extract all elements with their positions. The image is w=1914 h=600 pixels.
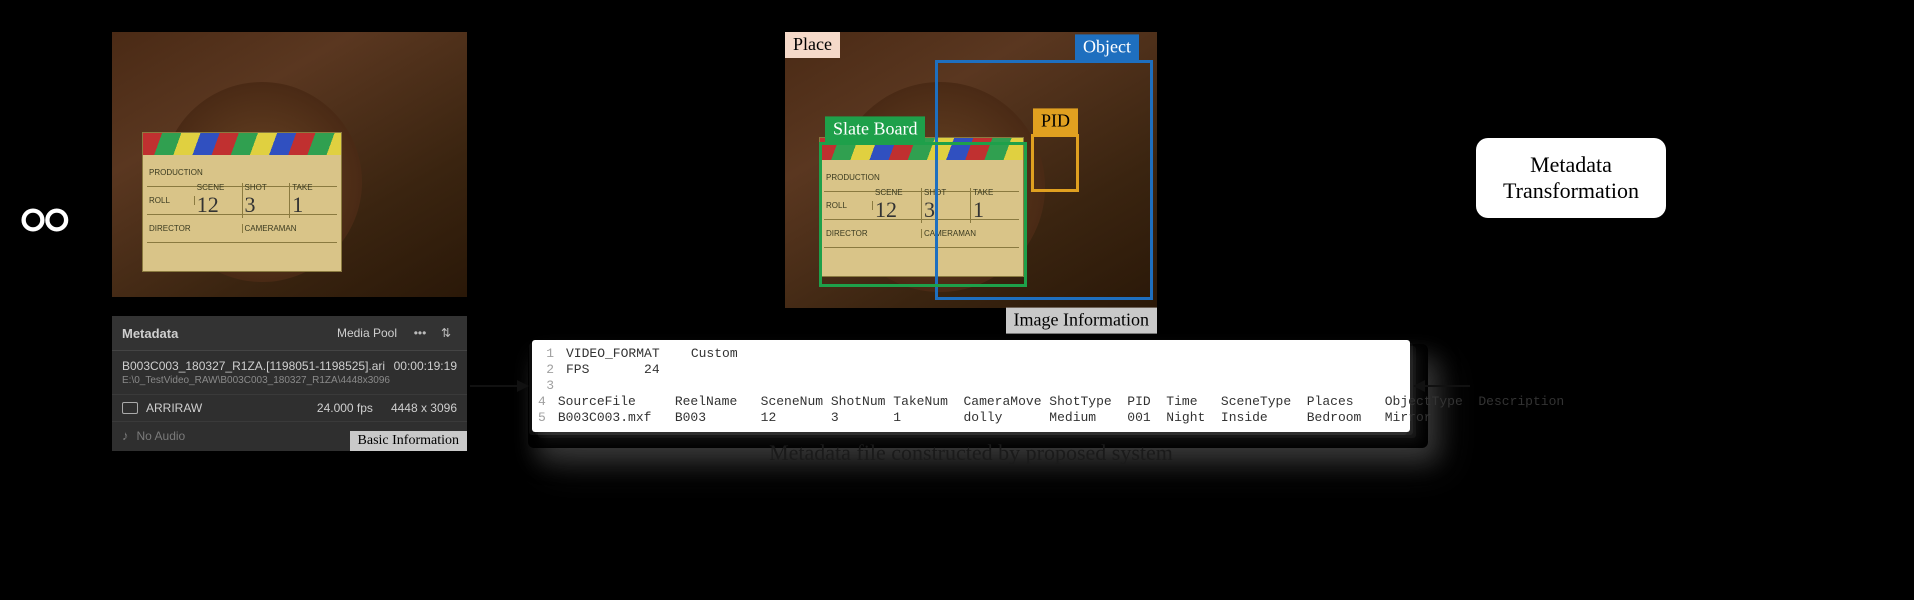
metadata-panel: Metadata Media Pool ••• ⇅ B003C003_18032… bbox=[112, 316, 467, 451]
annotated-thumbnail: PRODUCTION ROLL SCENE12 SHOT3 TAKE1 DIRE… bbox=[785, 32, 1157, 308]
metadata-panel-title: Metadata bbox=[122, 326, 337, 341]
video-icon bbox=[122, 402, 138, 414]
mf-line-5: B003C003.mxf B003 12 3 1 dolly Medium 00… bbox=[558, 410, 1432, 426]
clip-filename: B003C003_180327_R1ZA.[1198051-1198525].a… bbox=[122, 359, 394, 373]
metadata-file-block: 1VIDEO_FORMAT Custom 2FPS 24 3 4SourceFi… bbox=[532, 340, 1410, 432]
mf-line-2: FPS 24 bbox=[566, 362, 660, 378]
clip-resolution: 4448 x 3096 bbox=[391, 401, 457, 415]
basic-information-tag: Basic Information bbox=[350, 431, 467, 451]
arrow-basicinfo-to-metafile bbox=[470, 385, 528, 387]
slate-board-bbox bbox=[819, 142, 1027, 287]
clip-fps: 24.000 fps bbox=[317, 401, 373, 415]
mf-line-1: VIDEO_FORMAT Custom bbox=[566, 346, 738, 362]
no-audio-label: No Audio bbox=[137, 429, 186, 443]
audio-icon: ♪ bbox=[122, 428, 129, 443]
pid-bbox bbox=[1031, 134, 1079, 192]
object-label: Object bbox=[1075, 34, 1139, 60]
image-information-tag: Image Information bbox=[1006, 308, 1157, 334]
sort-icon[interactable]: ⇅ bbox=[435, 324, 457, 342]
mf-line-4: SourceFile ReelName SceneNum ShotNum Tak… bbox=[558, 394, 1564, 410]
place-label: Place bbox=[785, 32, 840, 58]
metadata-file-caption: Metadata file constructed by proposed sy… bbox=[532, 440, 1410, 466]
source-thumbnail: PRODUCTION ROLL SCENE12 SHOT3 TAKE1 DIRE… bbox=[112, 32, 467, 297]
slate-board-graphic: PRODUCTION ROLL SCENE12 SHOT3 TAKE1 DIRE… bbox=[142, 132, 342, 272]
clip-path: E:\0_TestVideo_RAW\B003C003_180327_R1ZA\… bbox=[112, 375, 467, 394]
pid-label: PID bbox=[1033, 108, 1078, 134]
media-pool-label[interactable]: Media Pool bbox=[337, 326, 397, 340]
slate-production-label: PRODUCTION bbox=[147, 168, 337, 177]
more-icon[interactable]: ••• bbox=[409, 324, 431, 342]
metadata-transformation-box: Metadata Transformation bbox=[1476, 138, 1666, 218]
clip-codec: ARRIRAW bbox=[146, 401, 317, 415]
slate-board-label: Slate Board bbox=[825, 116, 925, 142]
infinity-icon bbox=[15, 200, 87, 240]
arrow-transform-to-metafile bbox=[1414, 385, 1470, 387]
clip-duration: 00:00:19:19 bbox=[394, 359, 457, 373]
